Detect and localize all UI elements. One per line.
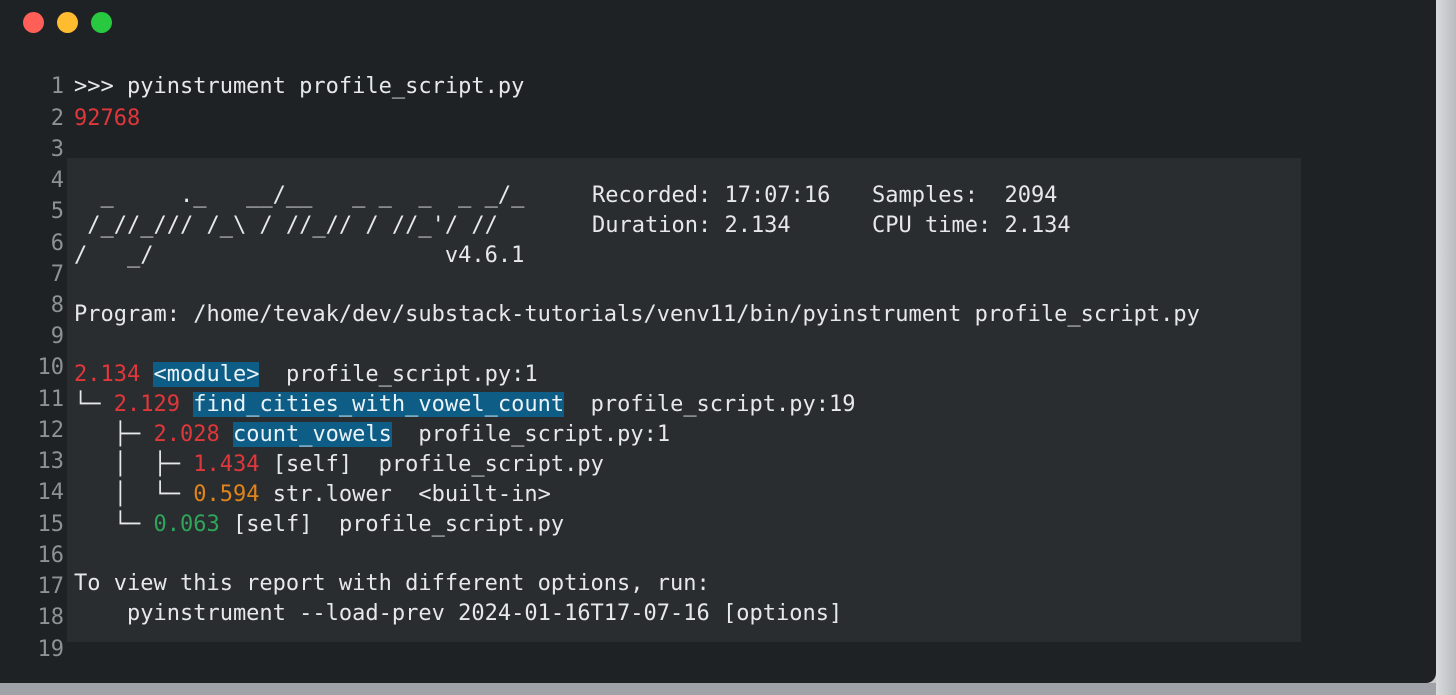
line-number: 14: [37, 480, 65, 505]
line-number: 13: [37, 449, 65, 474]
function-name-highlight: <module>: [153, 362, 260, 387]
line-number: 4: [50, 168, 64, 193]
call-tree-row: │ └─ 0.594 str.lower <built-in>: [74, 480, 551, 510]
call-location: profile_script.py:1: [391, 422, 671, 447]
logo-line-2: /_//_/// /_\ / //_// / //_'/ //: [74, 213, 498, 238]
recorded-time: Recorded: 17:07:16: [592, 183, 831, 208]
line-number: 16: [37, 543, 65, 568]
tree-connector: ├─: [74, 422, 154, 447]
terminal-content[interactable]: >>> pyinstrument profile_script.py 92768…: [74, 72, 1200, 683]
line-number: 19: [37, 637, 65, 662]
line-number: 18: [37, 605, 65, 630]
call-location: profile_script.py: [312, 512, 565, 537]
line-number: 5: [50, 199, 64, 224]
line-number: 8: [50, 293, 64, 318]
samples-count: Samples: 2094: [872, 183, 1058, 208]
line-number: 10: [37, 355, 65, 380]
window-edge: [1436, 0, 1456, 695]
call-tree-row: └─ 0.063 [self] profile_script.py: [74, 510, 564, 540]
call-location: profile_script.py:19: [564, 392, 856, 417]
minimize-window-button[interactable]: [57, 12, 78, 33]
zoom-window-button[interactable]: [91, 12, 112, 33]
line-number: 2: [50, 106, 64, 131]
line-number: 15: [37, 512, 65, 537]
call-time: 1.434: [193, 452, 260, 477]
program-path: Program: /home/tevak/dev/substack-tutori…: [74, 302, 1200, 327]
call-time: 2.129: [113, 392, 180, 417]
command-line: >>> pyinstrument profile_script.py: [74, 74, 525, 99]
line-number: 17: [37, 574, 65, 599]
call-time: 0.594: [193, 482, 260, 507]
call-tree-row: 2.134 <module> profile_script.py:1: [74, 360, 538, 390]
call-tree-row: │ ├─ 1.434 [self] profile_script.py: [74, 450, 604, 480]
line-number: 6: [50, 231, 64, 256]
call-time: 0.063: [153, 512, 220, 537]
reload-command: pyinstrument --load-prev 2024-01-16T17-0…: [74, 601, 843, 626]
tree-connector: │ └─: [74, 482, 194, 507]
function-name-highlight: count_vowels: [232, 422, 392, 447]
function-name: [self]: [232, 512, 313, 537]
terminal-window: 1 2 3 4 5 6 7 8 9 10 11 12 13 14 15 16 1…: [0, 0, 1436, 683]
call-location: profile_script.py:1: [259, 362, 538, 387]
call-time: 2.134: [74, 362, 141, 387]
function-name-highlight: find_cities_with_vowel_count: [193, 392, 565, 417]
tree-connector: └─: [74, 512, 154, 537]
footer-hint: To view this report with different optio…: [74, 571, 710, 596]
call-tree-row: ├─ 2.028 count_vowels profile_script.py:…: [74, 420, 670, 450]
function-name: str.lower: [272, 482, 392, 507]
duration-value: Duration: 2.134: [592, 213, 791, 238]
logo-line-3: / _/ v4.6.1: [74, 243, 525, 268]
call-location: <built-in>: [391, 482, 551, 507]
window-bottom-edge: [0, 683, 1436, 695]
line-number: 1: [50, 74, 64, 99]
line-number: 11: [37, 387, 65, 412]
logo-line-1: _ ._ __/__ _ _ _ _ _/_: [74, 183, 525, 208]
call-location: profile_script.py: [352, 452, 604, 477]
close-window-button[interactable]: [23, 12, 44, 33]
tree-connector: │ ├─: [74, 452, 194, 477]
line-number: 9: [50, 324, 64, 349]
function-name: [self]: [272, 452, 353, 477]
call-time: 2.028: [153, 422, 220, 447]
process-id: 92768: [74, 106, 141, 131]
call-tree-row: └─ 2.129 find_cities_with_vowel_count pr…: [74, 390, 856, 420]
line-number: 3: [50, 137, 64, 162]
tree-connector: └─: [74, 392, 114, 417]
line-number: 12: [37, 418, 65, 443]
line-number: 7: [50, 262, 64, 287]
cpu-time-value: CPU time: 2.134: [872, 213, 1071, 238]
